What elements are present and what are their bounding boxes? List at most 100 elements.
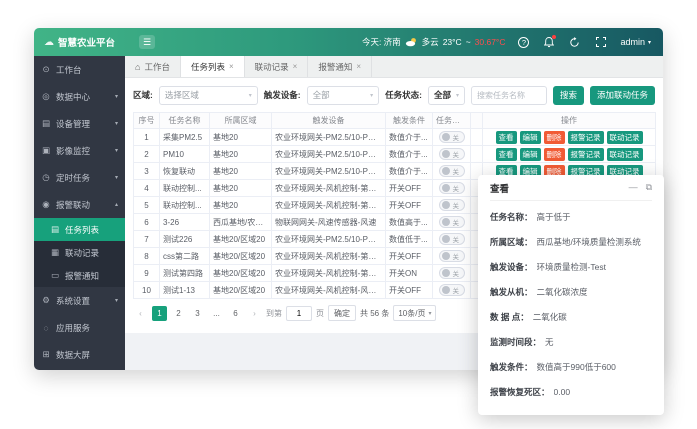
page-number[interactable]: 2 (171, 306, 186, 321)
table-row: 2 PM10 基地20 农业环境网关-PM2.5/10-PM10- 数值介于..… (134, 146, 656, 163)
notification-dot (552, 35, 556, 39)
cell-no: 1 (134, 129, 160, 146)
sidebar-item-label: 报警联动 (56, 199, 90, 211)
linkage-records-button[interactable]: 联动记录 (607, 148, 643, 161)
edit-button[interactable]: 编辑 (520, 131, 541, 144)
delete-button[interactable]: 删除 (544, 131, 565, 144)
trigger-device-label: 触发设备: (264, 89, 301, 101)
sidebar-item-label: 数据中心 (56, 91, 90, 103)
status-toggle[interactable]: 关 (439, 267, 465, 279)
bell-icon[interactable] (542, 36, 555, 49)
field-value: 二氧化碳 (533, 305, 567, 330)
sidebar-item-icon: ◷ (41, 172, 51, 183)
brand: ☁ 智慧农业平台 (34, 35, 125, 49)
expand-icon[interactable]: ⧉ (646, 182, 652, 193)
page-next-button[interactable]: › (247, 306, 262, 321)
sidebar-item-icon: ▤ (50, 224, 60, 235)
cell-region: 基地20/区域20 (210, 248, 272, 265)
tab-close-icon[interactable]: × (293, 62, 298, 71)
view-button[interactable]: 查看 (496, 131, 517, 144)
tab-close-icon[interactable]: × (356, 62, 361, 71)
task-status-select[interactable]: 全部 ▾ (428, 86, 465, 105)
sidebar-item[interactable]: ◷ 定时任务 ▾ (34, 164, 125, 191)
sidebar-item-label: 工作台 (56, 64, 82, 76)
dialog-field: 触发从机： 二氧化碳浓度 (490, 280, 652, 305)
task-search-input[interactable] (471, 86, 547, 105)
goto-page-input[interactable] (286, 306, 312, 321)
page-number[interactable]: 3 (190, 306, 205, 321)
refresh-icon[interactable] (568, 36, 581, 49)
cell-task-name: css第二路 (160, 248, 210, 265)
toggle-knob (442, 269, 450, 277)
status-toggle[interactable]: 关 (439, 182, 465, 194)
dialog-field: 触发条件： 数值高于990低于600 (490, 355, 652, 380)
view-button[interactable]: 查看 (496, 148, 517, 161)
sidebar-item[interactable]: ▤ 设备管理 ▾ (34, 110, 125, 137)
sidebar-toggle-icon[interactable]: ☰ (139, 35, 155, 49)
add-linkage-task-button[interactable]: 添加联动任务 (590, 86, 655, 105)
user-menu[interactable]: admin ▾ (620, 37, 651, 47)
alarm-records-button[interactable]: 报警记录 (568, 148, 604, 161)
cell-task-name: 3-26 (160, 214, 210, 231)
sidebar-item[interactable]: ▦ 联动记录 (34, 241, 125, 264)
cell-task-name: PM10 (160, 146, 210, 163)
page-size-select[interactable]: 10条/页 ▾ (393, 305, 436, 321)
status-toggle[interactable]: 关 (439, 131, 465, 143)
col-trigger-condition: 触发条件 (386, 113, 433, 129)
sidebar-item[interactable]: ⚙ 系统设置 ▾ (34, 287, 125, 314)
chevron-icon: ▾ (115, 93, 118, 100)
page-number[interactable]: ... (209, 306, 224, 321)
cell-no: 7 (134, 231, 160, 248)
minimize-icon[interactable]: — (629, 182, 638, 193)
toggle-knob (442, 167, 450, 175)
help-icon[interactable]: ? (518, 37, 529, 48)
sidebar-item[interactable]: ◎ 数据中心 ▾ (34, 83, 125, 110)
sidebar-item[interactable]: ⊞ 数据大屏 (34, 341, 125, 368)
page-number[interactable]: 1 (152, 306, 167, 321)
cell-clipped (471, 146, 483, 163)
sidebar-item-icon: ◉ (41, 199, 51, 210)
cell-trigger-condition: 数值低于... (386, 231, 433, 248)
delete-button[interactable]: 删除 (544, 148, 565, 161)
sidebar-item[interactable]: ▤ 任务列表 (34, 218, 125, 241)
status-toggle[interactable]: 关 (439, 216, 465, 228)
sidebar-item[interactable]: ◌ 应用服务 (34, 314, 125, 341)
cell-trigger-condition: 开关ON (386, 265, 433, 282)
linkage-records-button[interactable]: 联动记录 (607, 131, 643, 144)
tab-item[interactable]: 报警通知 × (308, 56, 372, 77)
tab-home[interactable]: ⌂ 工作台 (125, 56, 181, 77)
cell-region: 基地20/区域20 (210, 231, 272, 248)
tab-close-icon[interactable]: × (229, 62, 234, 71)
tab-item[interactable]: 联动记录 × (245, 56, 309, 77)
fullscreen-icon[interactable] (594, 36, 607, 49)
dialog-field: 任务名称： 高于低于 (490, 205, 652, 230)
cell-task-status: 关 (433, 231, 471, 248)
status-toggle[interactable]: 关 (439, 233, 465, 245)
status-toggle[interactable]: 关 (439, 199, 465, 211)
cell-task-status: 关 (433, 180, 471, 197)
status-toggle[interactable]: 关 (439, 148, 465, 160)
tab-item[interactable]: 任务列表 × (181, 56, 245, 77)
alarm-records-button[interactable]: 报警记录 (568, 131, 604, 144)
cell-trigger-device: 农业环境网关-风机控制-第二路 (272, 197, 386, 214)
toggle-knob (442, 252, 450, 260)
search-button[interactable]: 搜索 (553, 86, 584, 105)
sidebar-item[interactable]: ▭ 报警通知 (34, 264, 125, 287)
status-toggle[interactable]: 关 (439, 250, 465, 262)
region-select[interactable]: 选择区域 ▾ (159, 86, 258, 105)
toggle-knob (442, 184, 450, 192)
cell-trigger-device: 农业环境网关-PM2.5/10-PM2.5 (272, 231, 386, 248)
weather-text: 今天: 济南 多云 23°C ~ 30.67°C (362, 36, 506, 48)
sidebar-item[interactable]: ◉ 报警联动 ▴ (34, 191, 125, 218)
edit-button[interactable]: 编辑 (520, 148, 541, 161)
status-toggle[interactable]: 关 (439, 284, 465, 296)
sidebar-item-label: 系统设置 (56, 295, 90, 307)
page-prev-button[interactable]: ‹ (133, 306, 148, 321)
field-value: 无 (545, 330, 554, 355)
trigger-device-select[interactable]: 全部 ▾ (307, 86, 379, 105)
sidebar-item[interactable]: ⊙ 工作台 (34, 56, 125, 83)
status-toggle[interactable]: 关 (439, 165, 465, 177)
confirm-page-button[interactable]: 确定 (328, 305, 356, 321)
sidebar-item[interactable]: ▣ 影像监控 ▾ (34, 137, 125, 164)
page-number[interactable]: 6 (228, 306, 243, 321)
